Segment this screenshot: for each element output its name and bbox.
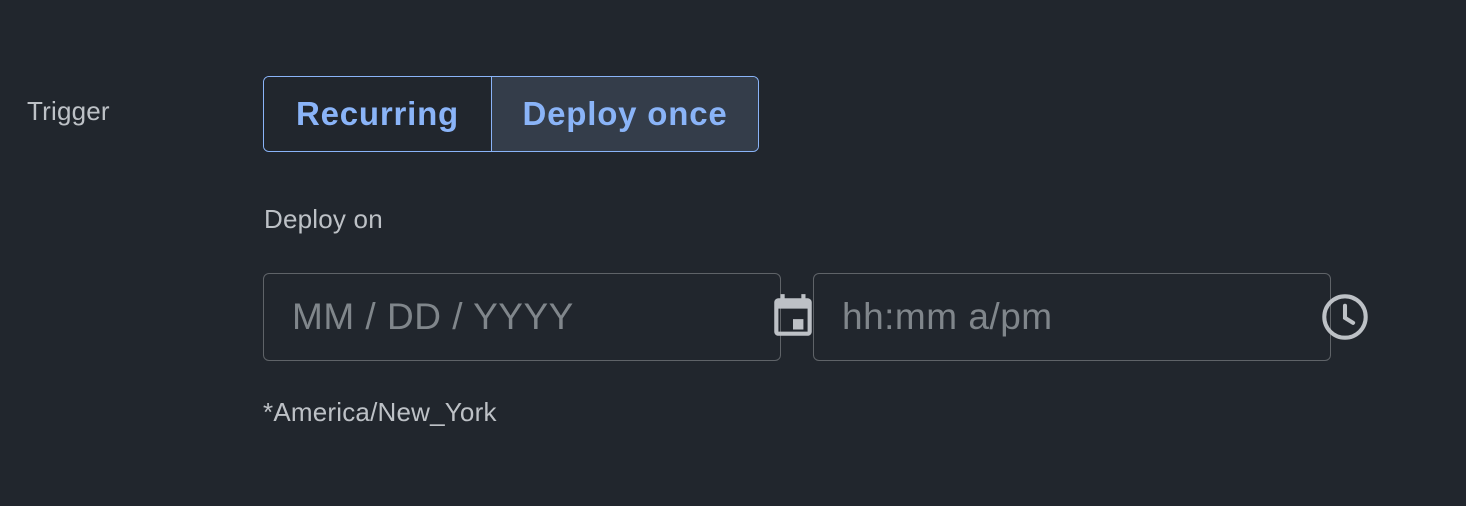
clock-icon[interactable]	[1318, 289, 1372, 345]
date-input[interactable]	[264, 274, 768, 360]
recurring-button[interactable]: Recurring	[264, 77, 492, 151]
time-input[interactable]	[814, 274, 1318, 360]
time-field	[813, 273, 1368, 361]
deploy-once-button[interactable]: Deploy once	[492, 77, 758, 151]
calendar-icon[interactable]	[768, 289, 818, 345]
trigger-label: Trigger	[27, 96, 110, 126]
date-field	[263, 273, 812, 361]
deploy-trigger-form: Trigger Recurring Deploy once Deploy on …	[0, 0, 1466, 506]
timezone-note: *America/New_York	[263, 397, 497, 427]
deploy-on-label: Deploy on	[264, 204, 383, 234]
trigger-toggle-group: Recurring Deploy once	[263, 76, 759, 152]
